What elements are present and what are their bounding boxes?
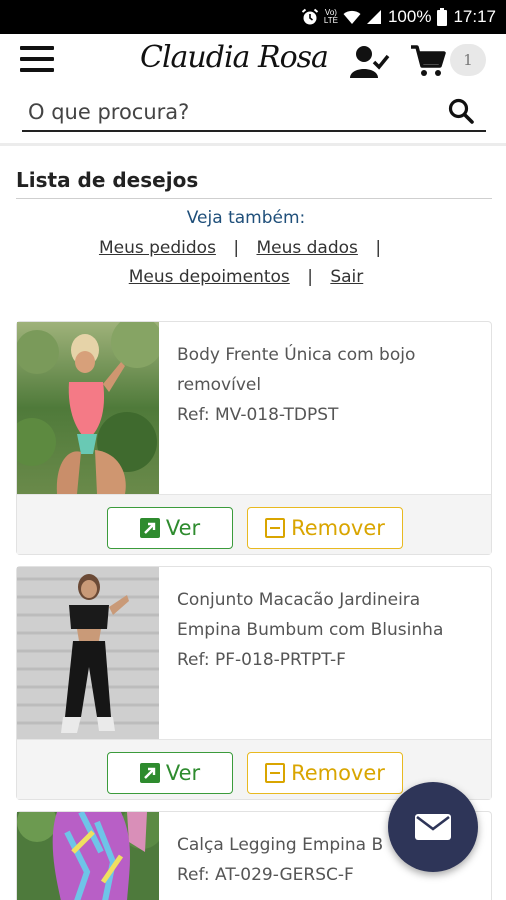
user-account-button[interactable] [350,44,390,80]
product-image[interactable] [17,567,159,739]
minus-square-icon [265,518,286,538]
external-link-icon [139,518,160,538]
my-orders-link[interactable]: Meus pedidos [99,238,216,258]
status-bar: Vo) LTE 100% 17:17 [0,0,506,34]
alarm-icon [301,8,319,25]
view-button[interactable]: Ver [107,752,233,794]
remove-label: Remover [291,516,385,540]
my-testimonials-link[interactable]: Meus depoimentos [129,267,290,287]
logout-link[interactable]: Sair [330,267,363,287]
clock: 17:17 [453,7,496,26]
minus-square-icon [265,763,286,783]
signal-icon [366,10,381,24]
volte-icon: Vo) LTE [324,9,338,25]
link-separator: | [233,238,240,258]
product-info: Conjunto Macacão Jardineira Empina Bumbu… [177,585,482,675]
product-ref: Ref: PF-018-PRTPT-F [177,650,346,670]
search-bar [22,92,486,132]
page-title: Lista de desejos [16,168,492,199]
remove-button[interactable]: Remover [247,507,403,549]
view-label: Ver [165,761,201,785]
link-separator: | [307,267,313,287]
battery-icon [437,8,448,26]
my-data-link[interactable]: Meus dados [256,238,357,258]
cart-icon [411,45,446,76]
wifi-icon [343,10,361,24]
view-button[interactable]: Ver [107,507,233,549]
product-image[interactable] [17,322,159,494]
brand-logo[interactable]: Claudia Rosa [140,40,329,86]
item-actions: Ver Remover [17,494,491,554]
volte-bottom: LTE [323,16,338,25]
wishlist-item: Conjunto Macacão Jardineira Empina Bumbu… [16,566,492,800]
product-info: Body Frente Única com bojo removível Ref… [177,340,482,430]
battery-percent: 100% [387,7,432,26]
menu-icon[interactable] [20,46,54,76]
see-also-label: Veja também: [186,208,306,228]
product-name[interactable]: Conjunto Macacão Jardineira Empina Bumbu… [177,585,482,645]
account-links-row-1: Meus pedidos | Meus dados | [0,238,492,258]
remove-label: Remover [291,761,385,785]
user-check-icon [350,46,390,78]
view-label: Ver [165,516,201,540]
wishlist-item: Body Frente Única com bojo removível Ref… [16,321,492,555]
search-input[interactable] [28,96,428,128]
external-link-icon [139,763,160,783]
mail-icon [415,814,451,840]
account-links-row-2: Meus depoimentos | Sair [0,267,492,287]
search-icon[interactable] [448,98,474,124]
remove-button[interactable]: Remover [247,752,403,794]
cart-count-badge[interactable]: 1 [450,44,486,76]
product-image[interactable] [17,812,159,900]
contact-fab[interactable] [388,782,478,872]
product-name[interactable]: Body Frente Única com bojo removível [177,340,482,400]
link-separator: | [375,238,382,258]
product-ref: Ref: MV-018-TDPST [177,405,339,425]
cart-button[interactable] [410,44,446,78]
site-header: Claudia Rosa 1 [0,34,506,146]
